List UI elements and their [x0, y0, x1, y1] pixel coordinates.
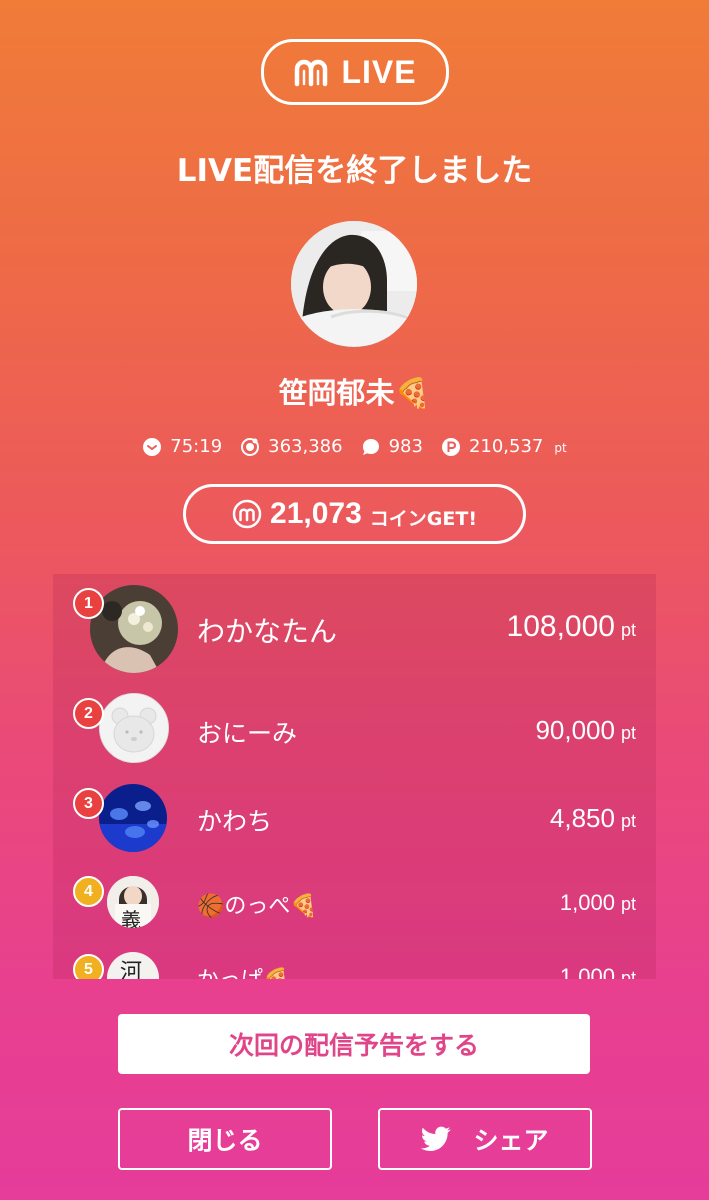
- ranking-row[interactable]: 1 わかなたん 108,000 pt: [53, 574, 656, 684]
- user-name: かっぱ🍕: [197, 962, 290, 979]
- stat-comments-value: 983: [388, 436, 423, 457]
- stat-comments: 983: [361, 436, 423, 457]
- streamer-photo: [291, 221, 417, 347]
- close-button-label: 閉じる: [187, 1126, 263, 1155]
- page-title: LIVE配信を終了しました: [176, 153, 533, 189]
- user-avatar: [99, 784, 167, 852]
- stat-points-value: 210,537: [468, 436, 544, 457]
- rank-badge: 2: [73, 698, 104, 729]
- coin-amount: 21,073: [270, 497, 362, 530]
- user-points: 4,850 pt: [550, 803, 636, 834]
- user-name: おにーみ: [197, 719, 298, 748]
- user-points: 1,000 pt: [560, 964, 636, 979]
- user-points-value: 1,000: [559, 890, 615, 915]
- schedule-next-stream-button[interactable]: 次回の配信予告をする: [118, 1014, 590, 1074]
- user-avatar: 義: [107, 876, 159, 928]
- user-name: わかなたん: [197, 615, 338, 648]
- user-points-unit: pt: [620, 811, 636, 831]
- user-name: 🏀のっぺ🍕: [197, 894, 318, 919]
- rank-badge: 4: [73, 876, 104, 907]
- share-button[interactable]: シェア: [378, 1108, 592, 1170]
- rank-badge: 5: [73, 954, 104, 979]
- stat-points: 210,537 pt: [441, 436, 567, 457]
- logo-text: LIVE: [341, 53, 417, 90]
- gift-ranking-list[interactable]: 1 わかなたん 108,000 pt 2 おにーみ 90,000 pt 3 かわ…: [53, 574, 656, 979]
- clock-icon: [143, 437, 162, 456]
- avatar-sign-text: 義: [121, 908, 141, 928]
- ranking-row[interactable]: 2 おにーみ 90,000 pt: [53, 684, 656, 784]
- stat-duration-value: 75:19: [170, 436, 223, 457]
- comment-bubble-icon: [362, 438, 379, 455]
- ranking-row[interactable]: 4 義 🏀のっぺ🍕 1,000 pt: [53, 876, 656, 952]
- share-button-label: シェア: [473, 1126, 549, 1155]
- ranking-row[interactable]: 3 かわち 4,850 pt: [53, 784, 656, 876]
- user-points-value: 108,000: [506, 610, 615, 643]
- default-bear-avatar-icon: [100, 694, 168, 762]
- jellyfish-photo: [99, 784, 167, 852]
- stream-stats: 75:19 363,386 983 210,537 pt: [0, 436, 709, 457]
- user-points-value: 90,000: [535, 715, 615, 745]
- avatar-sign-text: 河: [120, 960, 143, 979]
- coin-suffix: コインGET!: [369, 507, 477, 530]
- rank-badge: 3: [73, 788, 104, 819]
- stat-duration: 75:19: [142, 436, 222, 457]
- user-avatar: [99, 693, 169, 763]
- coin-icon: [232, 499, 262, 529]
- user-points-unit: pt: [620, 894, 636, 914]
- points-p-icon: [441, 437, 460, 456]
- streamer-avatar: [291, 221, 417, 347]
- user-points: 90,000 pt: [535, 715, 636, 746]
- stat-viewers-value: 363,386: [268, 436, 343, 457]
- user-avatar: 河: [107, 952, 159, 979]
- close-button[interactable]: 閉じる: [118, 1108, 332, 1170]
- user-points-unit: pt: [620, 968, 636, 979]
- coins-earned-badge: 21,073 コインGET!: [183, 484, 526, 544]
- m-logo-icon: [295, 59, 328, 87]
- user-points: 108,000 pt: [507, 610, 636, 644]
- user-points-unit: pt: [620, 723, 636, 743]
- user-points-value: 1,000: [559, 964, 615, 979]
- rank-badge: 1: [73, 588, 104, 619]
- ranking-row[interactable]: 5 河 かっぱ🍕 1,000 pt: [53, 952, 656, 979]
- streamer-name: 笹岡郁未🍕: [278, 376, 431, 410]
- user-points-unit: pt: [620, 620, 636, 640]
- stat-viewers: 363,386: [240, 436, 343, 457]
- live-logo: LIVE: [261, 39, 449, 105]
- viewers-icon: [241, 437, 260, 456]
- user-points-value: 4,850: [549, 803, 615, 833]
- user-name: かわち: [197, 807, 273, 836]
- user-points: 1,000 pt: [560, 890, 636, 916]
- stat-points-unit: pt: [554, 441, 567, 455]
- twitter-bird-icon: [421, 1126, 452, 1151]
